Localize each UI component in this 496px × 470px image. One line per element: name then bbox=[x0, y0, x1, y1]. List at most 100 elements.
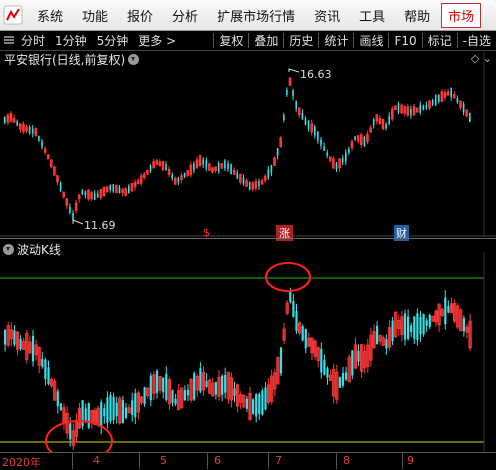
candle-body bbox=[425, 320, 428, 326]
candle-body bbox=[431, 100, 434, 105]
candle-body bbox=[72, 212, 74, 220]
menu-item-market[interactable]: 市场 bbox=[441, 2, 482, 28]
x-tick-label: 2020年 bbox=[2, 456, 41, 469]
candle-body bbox=[149, 165, 152, 171]
candle-body bbox=[109, 184, 111, 190]
candle-body bbox=[292, 301, 295, 317]
candle-body bbox=[242, 177, 245, 185]
candle-body bbox=[112, 396, 115, 420]
period-1min[interactable]: 1分钟 bbox=[50, 32, 92, 49]
tool-mark-button[interactable]: 标记 bbox=[423, 32, 457, 49]
main-kline-chart[interactable]: 16.63 11.69 bbox=[0, 52, 496, 237]
candle-body bbox=[183, 172, 186, 178]
candle-body bbox=[335, 162, 338, 170]
candle-body bbox=[165, 373, 168, 400]
candle-body bbox=[165, 164, 167, 171]
candle-body bbox=[422, 314, 425, 335]
candle-body bbox=[462, 103, 465, 113]
candle-body bbox=[444, 297, 447, 325]
candle-body bbox=[326, 152, 328, 156]
candle-body bbox=[109, 394, 112, 421]
candle-body bbox=[41, 141, 43, 148]
app-logo-icon[interactable] bbox=[3, 5, 23, 25]
menu-item-news[interactable]: 资讯 bbox=[304, 6, 349, 25]
candle-body bbox=[97, 193, 99, 198]
tool-adjust-button[interactable]: 复权 bbox=[214, 32, 248, 49]
candle-body bbox=[118, 186, 121, 193]
candle-body bbox=[323, 146, 325, 151]
candle-body bbox=[416, 313, 419, 340]
candle-body bbox=[385, 339, 388, 349]
candle-body bbox=[177, 177, 180, 183]
candle-body bbox=[419, 316, 422, 335]
candle-body bbox=[323, 359, 326, 375]
x-tick-label: 5 bbox=[160, 454, 167, 467]
menu-item-help[interactable]: 帮助 bbox=[394, 6, 439, 25]
candle-body bbox=[270, 165, 273, 174]
candle-body bbox=[345, 372, 348, 380]
menu-item-quote[interactable]: 报价 bbox=[117, 6, 162, 25]
candle-body bbox=[286, 90, 288, 95]
candle-body bbox=[385, 124, 387, 129]
candle-body bbox=[199, 368, 202, 392]
candle-body bbox=[121, 400, 124, 424]
candle-body bbox=[252, 399, 255, 414]
tool-stats-button[interactable]: 统计 bbox=[319, 32, 353, 49]
candle-body bbox=[413, 316, 416, 339]
candle-body bbox=[264, 387, 267, 410]
candle-body bbox=[183, 390, 186, 401]
candle-body bbox=[357, 350, 360, 362]
candle-body bbox=[13, 330, 16, 345]
candle-body bbox=[372, 119, 375, 126]
menu-item-tools[interactable]: 工具 bbox=[349, 6, 394, 25]
menu-item-function[interactable]: 功能 bbox=[72, 6, 117, 25]
candle-body bbox=[422, 105, 425, 110]
menu-item-extended-market[interactable]: 扩展市场行情 bbox=[207, 6, 304, 25]
candle-body bbox=[317, 131, 319, 141]
candle-body bbox=[221, 375, 224, 395]
candle-body bbox=[261, 390, 264, 415]
tool-overlay-button[interactable]: 叠加 bbox=[249, 32, 283, 49]
candle-body bbox=[407, 316, 410, 339]
candle-body bbox=[171, 174, 173, 179]
tool-watchlist-button[interactable]: -自选 bbox=[458, 32, 496, 49]
candle-body bbox=[236, 172, 239, 179]
candle-body bbox=[307, 120, 310, 130]
candle-body bbox=[341, 158, 344, 163]
candle-body bbox=[205, 380, 208, 387]
x-tick-label: 8 bbox=[343, 454, 350, 467]
indicator-chart[interactable] bbox=[0, 252, 496, 452]
period-intraday[interactable]: 分时 bbox=[16, 32, 50, 49]
candle-body bbox=[295, 100, 297, 109]
candle-body bbox=[434, 95, 437, 106]
period-more[interactable]: 更多 > bbox=[133, 32, 181, 49]
candle-body bbox=[227, 163, 229, 170]
tool-draw-button[interactable]: 画线 bbox=[354, 32, 388, 49]
candle-body bbox=[326, 368, 329, 378]
candle-body bbox=[19, 338, 22, 350]
candle-body bbox=[351, 350, 354, 376]
candle-body bbox=[81, 400, 84, 427]
tool-f10-button[interactable]: F10 bbox=[389, 34, 421, 48]
candle-body bbox=[469, 112, 471, 123]
candle-body bbox=[28, 126, 31, 133]
candle-body bbox=[267, 169, 270, 179]
candle-body bbox=[87, 403, 90, 428]
candle-body bbox=[403, 313, 407, 340]
menu-item-system[interactable]: 系统 bbox=[27, 6, 72, 25]
candle-body bbox=[397, 103, 400, 113]
candle-body bbox=[100, 402, 103, 427]
candle-body bbox=[174, 398, 177, 405]
candle-body bbox=[224, 160, 226, 169]
period-5min[interactable]: 5分钟 bbox=[92, 32, 134, 49]
candle-body bbox=[16, 121, 18, 126]
candle-body bbox=[171, 390, 174, 403]
candle-body bbox=[217, 162, 220, 172]
candle-body bbox=[193, 373, 196, 400]
tool-history-button[interactable]: 历史 bbox=[284, 32, 318, 49]
menu-item-analysis[interactable]: 分析 bbox=[162, 6, 207, 25]
candle-body bbox=[255, 394, 258, 417]
candle-body bbox=[93, 193, 96, 200]
main-candles bbox=[4, 77, 471, 224]
chart-menu-icon[interactable] bbox=[0, 34, 16, 48]
